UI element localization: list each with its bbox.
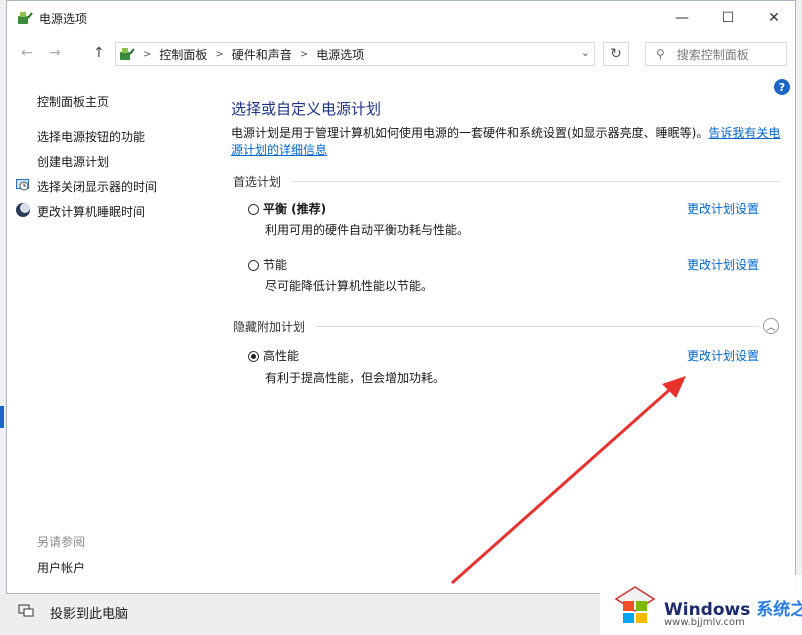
preferred-plans-heading: 首选计划 xyxy=(233,175,282,189)
sidebar-item-sleep-time[interactable]: 更改计算机睡眠时间 xyxy=(37,203,145,220)
windows-logo-icon xyxy=(614,586,656,623)
display-timer-icon xyxy=(16,179,29,191)
sidebar-item-user-accounts[interactable]: 用户帐户 xyxy=(37,559,85,576)
sidebar-item-display-off-time[interactable]: 选择关闭显示器的时间 xyxy=(37,178,157,195)
page-description: 电源计划是用于管理计算机如何使用电源的一套硬件和系统设置(如显示器亮度、睡眠等)… xyxy=(231,125,781,159)
address-dropdown-icon[interactable]: ⌄ xyxy=(581,46,590,59)
back-arrow-icon[interactable]: ← xyxy=(21,45,33,61)
navigation-bar: ← → ↑ > 控制面板 > 硬件和声音 > 电源选项 ⌄ ↻ ⚲ 搜索控制面板 xyxy=(7,35,795,73)
refresh-button[interactable]: ↻ xyxy=(603,42,629,66)
power-options-window: 电源选项 — ☐ ✕ ← → ↑ > 控制面板 > 硬件和声音 > 电源选项 ⌄… xyxy=(6,0,796,594)
plan-name-power-saver[interactable]: 节能 xyxy=(263,256,287,273)
description-text: 电源计划是用于管理计算机如何使用电源的一套硬件和系统设置(如显示器亮度、睡眠等)… xyxy=(231,126,709,140)
minimize-button[interactable]: — xyxy=(659,1,705,35)
project-to-this-pc[interactable]: 投影到此电脑 xyxy=(50,603,128,622)
breadcrumb-power-options[interactable]: 电源选项 xyxy=(316,46,364,63)
radio-high-performance[interactable] xyxy=(248,351,259,362)
hidden-plans-heading: 隐藏附加计划 xyxy=(233,320,306,334)
search-input[interactable]: ⚲ 搜索控制面板 xyxy=(645,42,787,66)
window-title: 电源选项 xyxy=(39,12,88,26)
forward-arrow-icon[interactable]: → xyxy=(49,45,61,61)
sidebar-item-create-plan[interactable]: 创建电源计划 xyxy=(37,153,109,170)
control-panel-icon xyxy=(120,48,135,60)
project-screen-icon xyxy=(18,604,34,617)
sleep-moon-icon xyxy=(16,203,30,217)
page-title: 选择或自定义电源计划 xyxy=(231,100,382,118)
change-plan-settings-balanced[interactable]: 更改计划设置 xyxy=(687,200,759,217)
maximize-button[interactable]: ☐ xyxy=(705,1,751,35)
watermark-brand-cn: 系统之家 xyxy=(756,600,802,620)
left-accent-strip xyxy=(0,406,4,428)
watermark-url: www.bjjmlv.com xyxy=(664,617,745,628)
breadcrumb-separator-icon: > xyxy=(143,48,152,60)
plan-name-high-performance[interactable]: 高性能 xyxy=(263,347,299,364)
address-bar[interactable]: > 控制面板 > 硬件和声音 > 电源选项 ⌄ xyxy=(115,42,595,66)
radio-power-saver[interactable] xyxy=(248,260,259,271)
change-plan-settings-power-saver[interactable]: 更改计划设置 xyxy=(687,256,759,273)
plan-desc-balanced: 利用可用的硬件自动平衡功耗与性能。 xyxy=(265,223,470,237)
breadcrumb-control-panel[interactable]: 控制面板 xyxy=(159,46,207,63)
plan-name-balanced[interactable]: 平衡 (推荐) xyxy=(263,200,326,217)
search-icon: ⚲ xyxy=(656,47,665,61)
see-also-heading: 另请参阅 xyxy=(37,535,86,549)
radio-balanced[interactable] xyxy=(248,204,259,215)
title-bar[interactable]: 电源选项 — ☐ ✕ xyxy=(7,1,795,35)
change-plan-settings-high-performance[interactable]: 更改计划设置 xyxy=(687,347,759,364)
breadcrumb-separator-icon: > xyxy=(299,48,309,60)
sidebar-item-power-button[interactable]: 选择电源按钮的功能 xyxy=(37,128,145,145)
breadcrumb-separator-icon: > xyxy=(215,48,224,60)
help-icon[interactable]: ? xyxy=(774,79,790,95)
close-button[interactable]: ✕ xyxy=(751,1,797,35)
plan-desc-power-saver: 尽可能降低计算机性能以节能。 xyxy=(265,279,434,293)
watermark: Windows 系统之家 www.bjjmlv.com xyxy=(600,575,802,635)
power-options-app-icon xyxy=(18,12,33,24)
breadcrumb-hardware-sound[interactable]: 硬件和声音 xyxy=(232,46,292,63)
collapse-chevron-icon[interactable]: ︿ xyxy=(763,318,779,334)
section-divider xyxy=(315,326,759,327)
plan-desc-high-performance: 有利于提高性能，但会增加功耗。 xyxy=(265,371,446,385)
sidebar-item-control-panel-home[interactable]: 控制面板主页 xyxy=(37,93,109,110)
up-arrow-icon[interactable]: ↑ xyxy=(93,45,105,61)
learn-more-link-part-1[interactable]: 告诉我有关电 xyxy=(708,126,780,140)
section-divider xyxy=(293,181,779,182)
learn-more-link-part-2[interactable]: 源计划的详细信息 xyxy=(231,143,327,157)
search-placeholder: 搜索控制面板 xyxy=(676,47,749,62)
